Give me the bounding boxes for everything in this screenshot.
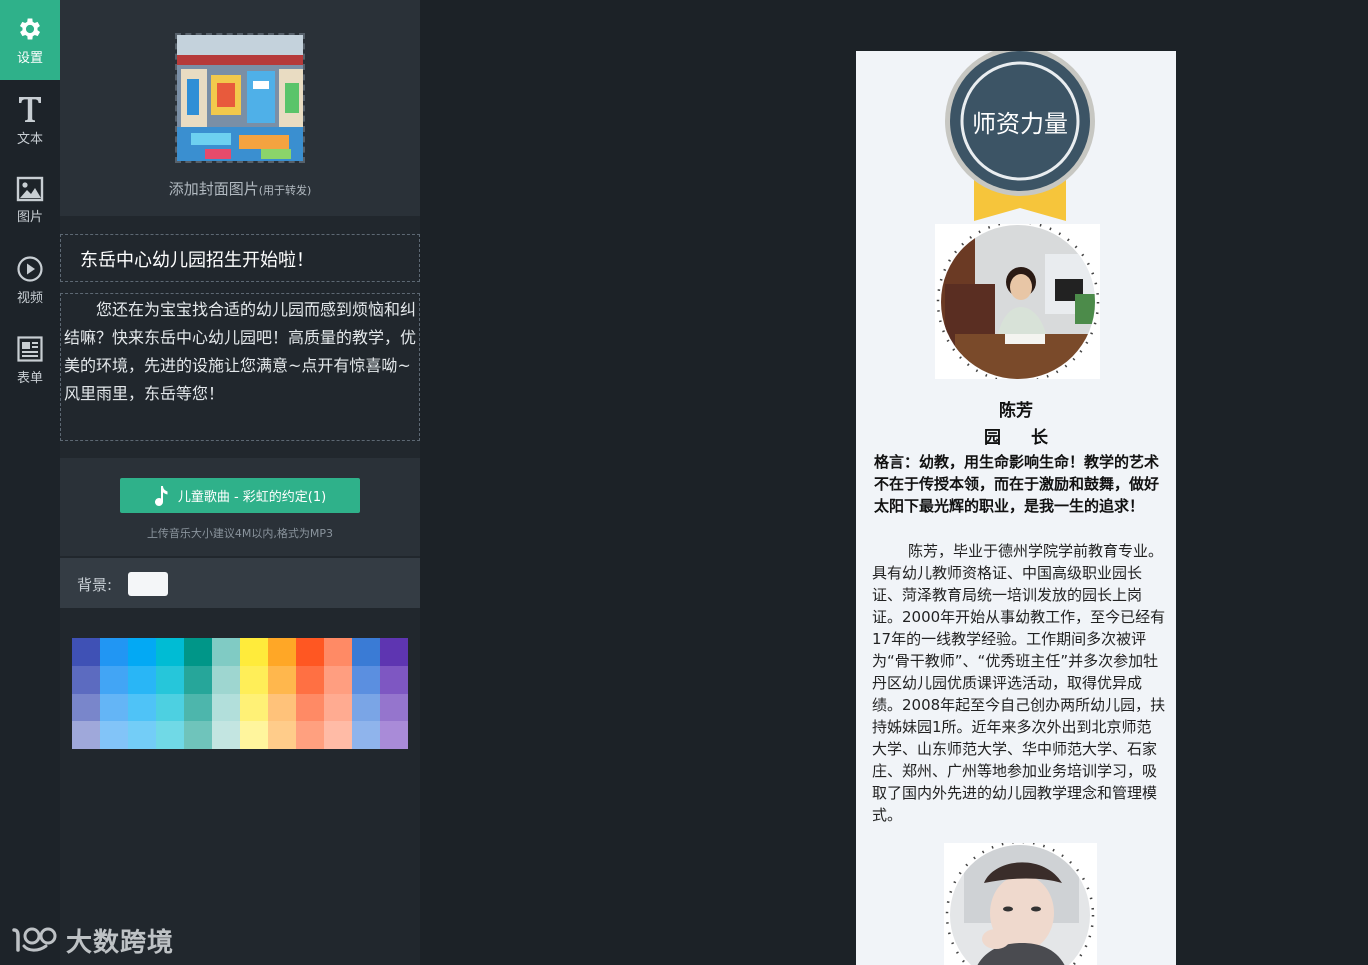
color-palette [72,638,408,749]
cover-label: 添加封面图片(用于转发) [60,178,420,199]
music-section: 儿童歌曲 - 彩虹的约定(1) 上传音乐大小建议4M以内,格式为MP3 [60,458,420,556]
palette-swatch[interactable] [296,721,324,749]
palette-swatch[interactable] [128,665,156,694]
rail-label: 设置 [16,50,43,66]
palette-swatch[interactable] [128,638,156,666]
palette-swatch[interactable] [212,693,240,722]
rail-item-form[interactable]: 表单 [0,320,60,400]
rail-label: 表单 [16,370,43,386]
share-description-field[interactable]: 您还在为宝宝找合适的幼儿园而感到烦恼和纠结嘛？快来东岳中心幼儿园吧！高质量的教学… [60,293,420,441]
settings-panel: 添加封面图片(用于转发) 东岳中心幼儿园招生开始啦！ 您还在为宝宝找合适的幼儿园… [60,0,420,965]
watermark-logo-icon [12,927,57,952]
palette-swatch[interactable] [324,665,352,694]
rail-item-settings[interactable]: 设置 [0,0,60,80]
text-icon [19,96,41,122]
palette-swatch[interactable] [268,693,296,722]
palette-swatch[interactable] [184,721,212,749]
palette-swatch[interactable] [156,693,184,722]
teacher-photo-2-illustration [945,840,1095,965]
teacher-role: 园 长 [984,428,1048,448]
music-select-button[interactable]: 儿童歌曲 - 彩虹的约定(1) [120,478,360,513]
music-note-icon [154,485,168,506]
music-select-label: 儿童歌曲 - 彩虹的约定(1) [177,490,327,505]
share-title-field[interactable]: 东岳中心幼儿园招生开始啦！ [60,234,420,282]
palette-swatch[interactable] [100,665,128,694]
editor-root: 设置 文本 图片 视频 表单 添加封面图片(用于转发) 东岳中心幼儿园招生开始啦… [0,0,1368,965]
palette-swatch[interactable] [156,721,184,749]
palette-swatch[interactable] [240,665,268,694]
palette-swatch[interactable] [72,721,100,749]
palette-swatch[interactable] [212,665,240,694]
palette-swatch[interactable] [240,693,268,722]
music-hint: 上传音乐大小建议4M以内,格式为MP3 [146,527,334,540]
palette-swatch[interactable] [72,693,100,722]
palette-swatch[interactable] [296,638,324,666]
palette-swatch[interactable] [296,665,324,694]
palette-swatch[interactable] [380,638,408,666]
watermark: 大数跨境 [10,922,174,958]
cover-label-text: 添加封面图片 [168,180,259,198]
palette-swatch[interactable] [352,665,380,694]
rail-item-text[interactable]: 文本 [0,80,60,160]
palette-swatch[interactable] [324,638,352,666]
palette-swatch[interactable] [100,721,128,749]
teacher-photo[interactable] [935,220,1100,384]
cover-image[interactable] [175,33,305,163]
palette-swatch[interactable] [184,693,212,722]
play-icon [17,255,43,282]
palette-swatch[interactable] [212,721,240,749]
palette-swatch[interactable] [268,721,296,749]
palette-swatch[interactable] [380,721,408,749]
palette-swatch[interactable] [100,693,128,722]
palette-swatch[interactable] [296,693,324,722]
palette-swatch[interactable] [352,693,380,722]
teacher-photo-2[interactable] [944,840,1097,965]
rail-label: 文本 [16,131,43,147]
rail-item-video[interactable]: 视频 [0,240,60,320]
palette-swatch[interactable] [380,693,408,722]
form-icon [17,335,43,362]
palette-swatch[interactable] [352,721,380,749]
palette-swatch[interactable] [240,638,268,666]
rail-label: 视频 [16,290,43,306]
palette-swatch[interactable] [324,721,352,749]
cover-label-note: (用于转发) [258,184,312,197]
teacher-photo-illustration [936,220,1100,384]
palette-swatch[interactable] [380,665,408,694]
page-preview: 师资力量 陈芳 园 长 格言：幼教，用生命影响生命！教学的艺术不在于传授本领，而… [856,51,1176,965]
watermark-text: 大数跨境 [66,927,175,958]
cover-image-illustration [177,35,303,161]
image-icon [16,176,44,201]
gear-icon [19,18,41,39]
palette-swatch[interactable] [212,638,240,666]
palette-swatch[interactable] [72,665,100,694]
background-section: 背景: [60,558,420,608]
rail-item-image[interactable]: 图片 [0,160,60,240]
palette-swatch[interactable] [268,665,296,694]
teacher-bio: 陈芳，毕业于德州学院学前教育专业。具有幼儿教师资格证、中国高级职业园长证、菏泽教… [872,542,1166,824]
palette-swatch[interactable] [72,638,100,666]
teacher-name: 陈芳 [999,401,1033,421]
rail-label: 图片 [16,209,43,225]
cover-section: 添加封面图片(用于转发) [60,0,420,216]
palette-swatch[interactable] [100,638,128,666]
palette-swatch[interactable] [324,693,352,722]
palette-swatch[interactable] [128,721,156,749]
background-color-swatch[interactable] [128,572,168,596]
palette-swatch[interactable] [352,638,380,666]
palette-swatch[interactable] [128,693,156,722]
palette-swatch[interactable] [184,638,212,666]
background-label: 背景: [77,576,113,594]
palette-swatch[interactable] [156,665,184,694]
palette-swatch[interactable] [268,638,296,666]
palette-swatch[interactable] [240,721,268,749]
tool-rail: 设置 文本 图片 视频 表单 [0,0,60,965]
teacher-motto: 格言：幼教，用生命影响生命！教学的艺术不在于传授本领，而在于激励和鼓舞，做好太阳… [874,453,1160,515]
badge-title: 师资力量 [972,110,1068,138]
palette-swatch[interactable] [184,665,212,694]
palette-swatch[interactable] [156,638,184,666]
